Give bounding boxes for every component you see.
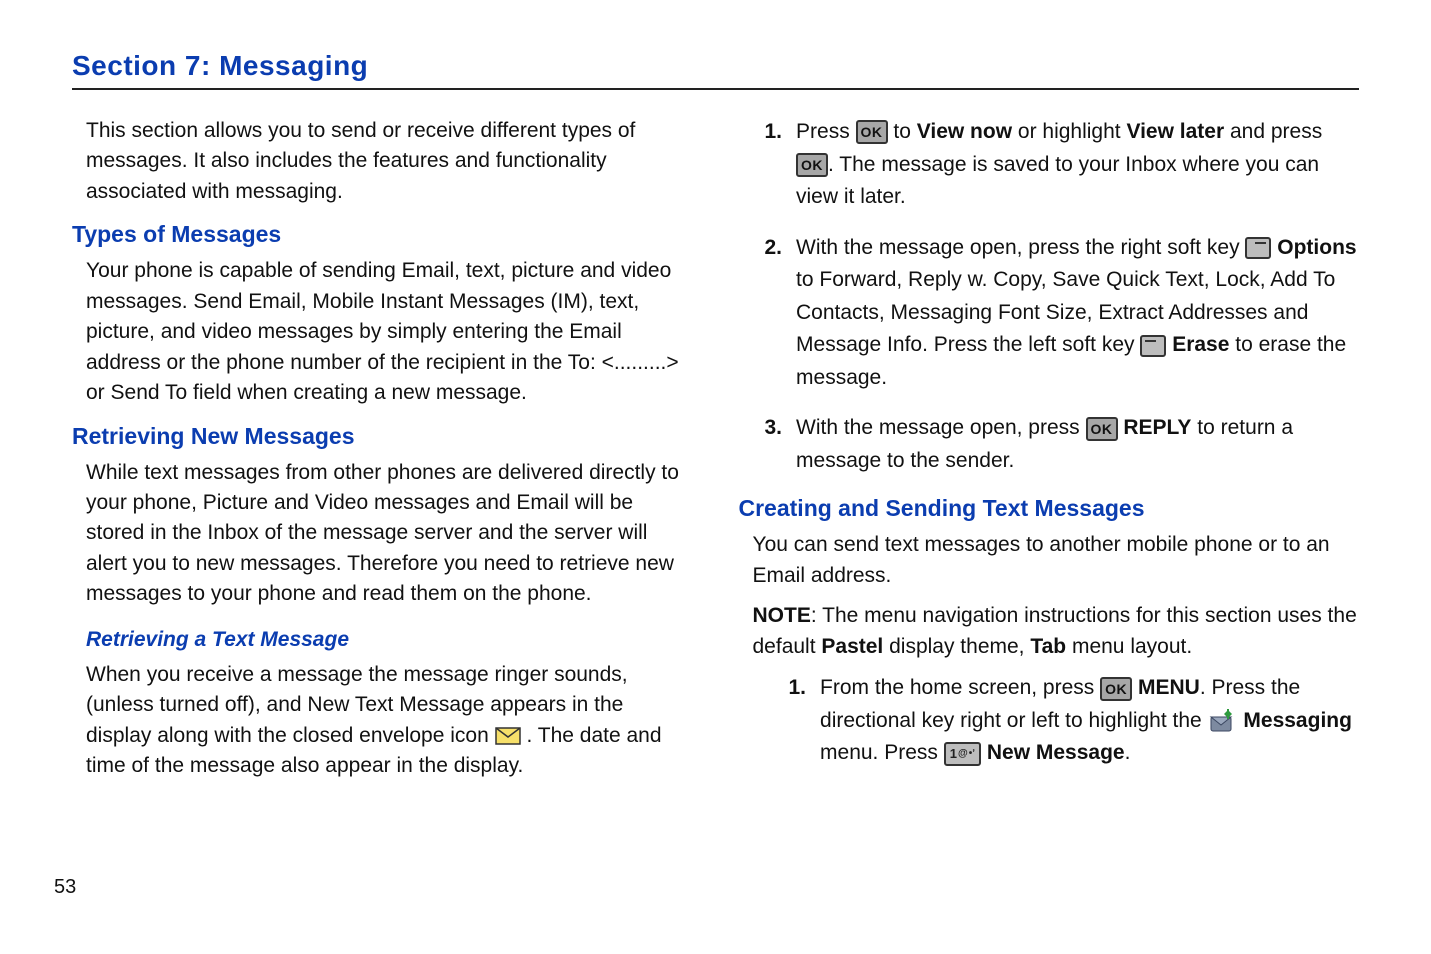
retrieving-body: While text messages from other phones ar… bbox=[72, 458, 693, 610]
step-number: 1. bbox=[765, 116, 783, 149]
section-divider bbox=[72, 88, 1359, 90]
view-later-label: View later bbox=[1126, 120, 1224, 143]
step-number: 1. bbox=[789, 672, 807, 705]
text: menu layout. bbox=[1066, 635, 1192, 658]
step-number: 2. bbox=[765, 232, 783, 265]
erase-label: Erase bbox=[1172, 333, 1229, 356]
note-paragraph: NOTE: The menu navigation instructions f… bbox=[739, 601, 1360, 662]
text: or highlight bbox=[1018, 120, 1127, 143]
text: to bbox=[893, 120, 916, 143]
types-body: Your phone is capable of sending Email, … bbox=[72, 256, 693, 408]
creating-body: You can send text messages to another mo… bbox=[739, 530, 1360, 591]
step-number: 3. bbox=[765, 412, 783, 445]
text: With the message open, press bbox=[796, 416, 1085, 439]
tab-label: Tab bbox=[1030, 635, 1066, 658]
list-item: 2. With the message open, press the righ… bbox=[765, 232, 1360, 395]
key-1-icon: 1@•ʼ bbox=[944, 742, 981, 766]
creating-steps-list: 1. From the home screen, press OK MENU. … bbox=[739, 672, 1360, 770]
step-body: Press OK to View now or highlight View l… bbox=[796, 116, 1359, 214]
retrieving-heading: Retrieving New Messages bbox=[72, 423, 693, 450]
page-number: 53 bbox=[54, 876, 76, 899]
retrieve-steps-list: 1. Press OK to View now or highlight Vie… bbox=[739, 116, 1360, 477]
ok-key-icon: OK bbox=[1100, 677, 1132, 701]
note-label: NOTE bbox=[753, 604, 811, 627]
intro-paragraph: This section allows you to send or recei… bbox=[72, 116, 693, 207]
text: With the message open, press the right s… bbox=[796, 236, 1245, 259]
text: display theme, bbox=[883, 635, 1030, 658]
manual-page: Section 7: Messaging This section allows… bbox=[0, 0, 1431, 954]
messaging-label: Messaging bbox=[1243, 709, 1352, 732]
ok-key-icon: OK bbox=[1086, 417, 1118, 441]
envelope-icon bbox=[495, 727, 521, 745]
text: . The message is saved to your Inbox whe… bbox=[796, 153, 1319, 209]
retrieving-text-heading: Retrieving a Text Message bbox=[72, 628, 693, 652]
text: menu. Press bbox=[820, 741, 944, 764]
text: . bbox=[1125, 741, 1131, 764]
messaging-menu-icon bbox=[1208, 707, 1238, 735]
text: From the home screen, press bbox=[820, 676, 1100, 699]
step-body: With the message open, press the right s… bbox=[796, 232, 1359, 395]
ok-key-icon: OK bbox=[796, 153, 828, 177]
left-column: This section allows you to send or recei… bbox=[72, 116, 693, 791]
list-item: 3. With the message open, press OK REPLY… bbox=[765, 412, 1360, 477]
pastel-label: Pastel bbox=[821, 635, 883, 658]
ok-key-icon: OK bbox=[856, 120, 888, 144]
reply-label: REPLY bbox=[1123, 416, 1191, 439]
section-title: Section 7: Messaging bbox=[72, 50, 1359, 82]
left-soft-key-icon bbox=[1140, 335, 1166, 357]
options-label: Options bbox=[1277, 236, 1356, 259]
right-soft-key-icon bbox=[1245, 237, 1271, 259]
types-heading: Types of Messages bbox=[72, 221, 693, 248]
list-item: 1. From the home screen, press OK MENU. … bbox=[789, 672, 1360, 770]
creating-heading: Creating and Sending Text Messages bbox=[739, 495, 1360, 522]
new-message-label: New Message bbox=[987, 741, 1125, 764]
list-item: 1. Press OK to View now or highlight Vie… bbox=[765, 116, 1360, 214]
two-column-layout: This section allows you to send or recei… bbox=[72, 116, 1359, 791]
text: Press bbox=[796, 120, 856, 143]
step-body: From the home screen, press OK MENU. Pre… bbox=[820, 672, 1359, 770]
step-body: With the message open, press OK REPLY to… bbox=[796, 412, 1359, 477]
right-column: 1. Press OK to View now or highlight Vie… bbox=[739, 116, 1360, 791]
text: and press bbox=[1230, 120, 1322, 143]
view-now-label: View now bbox=[917, 120, 1012, 143]
menu-label: MENU bbox=[1138, 676, 1200, 699]
retrieving-text-body: When you receive a message the message r… bbox=[72, 660, 693, 782]
